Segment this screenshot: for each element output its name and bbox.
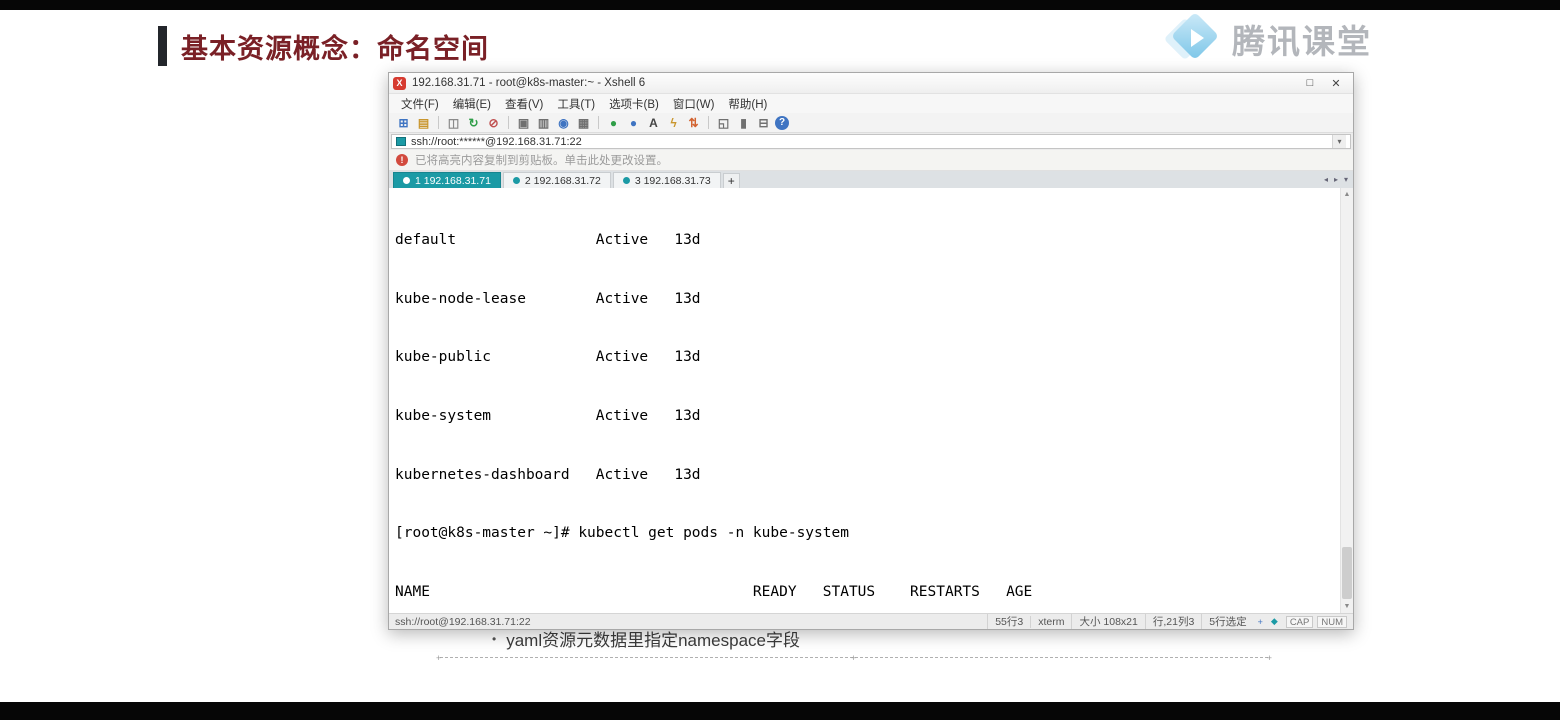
session-address: ssh://root:******@192.168.31.71:22 (411, 135, 582, 148)
new-tab-button[interactable]: + (722, 173, 740, 188)
session-tab-label: 1 192.168.31.71 (415, 174, 491, 187)
toolbar-separator (438, 116, 439, 129)
session-tab-2[interactable]: 2 192.168.31.72 (502, 172, 611, 188)
font-icon[interactable]: A (645, 115, 662, 131)
menu-file[interactable]: 文件(F) (395, 95, 445, 113)
terminal-line: kube-public Active 13d (395, 349, 701, 366)
scroll-down-icon[interactable]: ▼ (1341, 600, 1353, 613)
terminal-output: default Active 13d kube-node-lease Activ… (395, 192, 1338, 613)
status-item: 55行3 (987, 614, 1030, 629)
address-combobox[interactable]: ssh://root:******@192.168.31.71:22 ▾ (391, 134, 1351, 149)
status-connection: ssh://root@192.168.31.71:22 (395, 615, 531, 628)
copy-icon[interactable]: ▣ (515, 115, 532, 131)
terminal[interactable]: default Active 13d kube-node-lease Activ… (389, 188, 1353, 613)
address-dropdown-icon[interactable]: ▾ (1332, 135, 1346, 148)
status-terminal-type: xterm (1030, 615, 1071, 628)
brand-logo: 腾讯课堂 (1163, 11, 1372, 66)
status-terminal-size: 大小 108x21 (1071, 614, 1144, 629)
notice-alert-icon: ! (396, 154, 408, 166)
toolbar-icons: ⊞ ▤ ◫ ↻ ⊘ ▣ ▥ ◉ ▦ ● ● Aϟ ⇅ ◱ ▮ ⊟? (389, 113, 1353, 133)
transfer-icon[interactable]: ⇅ (685, 115, 702, 131)
open-session-icon[interactable]: ▤ (415, 115, 432, 131)
notice-text: 已将高亮内容复制到剪贴板。单击此处更改设置。 (415, 155, 668, 167)
connected-dot-icon[interactable]: ● (605, 115, 622, 131)
macro-icon[interactable]: ϟ (665, 115, 682, 131)
tile-windows-icon[interactable]: ⊟ (755, 115, 772, 131)
num-lock-indicator: NUM (1317, 615, 1347, 628)
status-cursor-position: 行,21列3 (1144, 614, 1201, 629)
title-accent-bar (158, 26, 167, 66)
tab-scroll-left-icon[interactable]: ◂ (1324, 175, 1328, 184)
tab-menu-icon[interactable]: ▾ (1344, 175, 1348, 184)
status-bar: ssh://root@192.168.31.71:22 55行3 xterm 大… (389, 613, 1353, 629)
toolbar-separator (708, 116, 709, 129)
new-session-icon[interactable]: ⊞ (395, 115, 412, 131)
maximize-button[interactable]: □ (1297, 75, 1323, 92)
terminal-line: kube-node-lease Active 13d (395, 290, 701, 307)
terminal-line: kubernetes-dashboard Active 13d (395, 466, 701, 483)
status-plus-icon[interactable]: + (1254, 617, 1267, 627)
placeholder-handle: + (851, 653, 857, 663)
menu-bar: 文件(F) 编辑(E) 查看(V) 工具(T) 选项卡(B) 窗口(W) 帮助(… (389, 94, 1353, 113)
status-diamond-icon[interactable]: ◆ (1267, 616, 1282, 627)
help-icon[interactable]: ? (775, 115, 789, 130)
session-tab-1[interactable]: 1 192.168.31.71 (393, 172, 501, 188)
menu-help[interactable]: 帮助(H) (722, 95, 773, 113)
window-title: 192.168.31.71 - root@k8s-master:~ - Xshe… (412, 77, 646, 89)
slide-title: 基本资源概念：命名空间 (181, 33, 489, 64)
status-selection: 5行选定 (1201, 614, 1253, 629)
tencent-classroom-icon (1163, 11, 1222, 66)
xshell-window: X 192.168.31.71 - root@k8s-master:~ - Xs… (388, 72, 1354, 630)
find-icon[interactable]: ◉ (555, 115, 572, 131)
bullet-marker: • (492, 631, 497, 646)
reconnect-icon[interactable]: ↻ (465, 115, 482, 131)
session-tab-label: 3 192.168.31.73 (634, 174, 711, 187)
notice-bar: ! 已将高亮内容复制到剪贴板。单击此处更改设置。 (389, 150, 1353, 171)
disconnect-icon[interactable]: ⊘ (485, 115, 502, 131)
slide-title-block: 基本资源概念：命名空间 (158, 26, 489, 66)
brand-text: 腾讯课堂 (1232, 23, 1372, 60)
session-tab-label: 2 192.168.31.72 (524, 174, 601, 187)
scroll-up-icon[interactable]: ▲ (1341, 188, 1353, 201)
menu-tab[interactable]: 选项卡(B) (603, 95, 665, 113)
terminal-line: [root@k8s-master ~]# kubectl get pods -n… (395, 525, 849, 542)
lock-icon[interactable]: ▮ (735, 115, 752, 131)
terminal-line: NAME READY STATUS RESTARTS AGE (395, 583, 1033, 600)
toolbar-separator (508, 116, 509, 129)
menu-window[interactable]: 窗口(W) (667, 95, 721, 113)
tab-scroll-right-icon[interactable]: ▸ (1334, 175, 1338, 184)
menu-view[interactable]: 查看(V) (499, 95, 549, 113)
letterbox-top (0, 0, 1560, 10)
caps-lock-indicator: CAP (1285, 615, 1314, 628)
placeholder-handle: + (436, 653, 442, 663)
window-titlebar[interactable]: X 192.168.31.71 - root@k8s-master:~ - Xs… (389, 73, 1353, 94)
terminal-line: kube-system Active 13d (395, 408, 701, 425)
session-status-icon (512, 177, 520, 184)
terminal-scrollbar[interactable]: ▲ ▼ (1340, 188, 1353, 613)
duplicate-tab-icon[interactable]: ◫ (445, 115, 462, 131)
session-status-icon (622, 177, 630, 184)
address-row: ssh://root:******@192.168.31.71:22 ▾ (389, 133, 1353, 150)
fullscreen-icon[interactable]: ◱ (715, 115, 732, 131)
session-tab-bar: 1 192.168.31.71 2 192.168.31.72 3 192.16… (389, 171, 1353, 188)
play-icon (1191, 29, 1204, 47)
session-tab-3[interactable]: 3 192.168.31.73 (612, 172, 721, 188)
toolbar-separator (598, 116, 599, 129)
session-dot-icon[interactable]: ● (625, 115, 642, 131)
terminal-line: default Active 13d (395, 232, 701, 249)
close-button[interactable]: ✕ (1323, 75, 1349, 92)
scrollbar-thumb[interactable] (1342, 547, 1352, 599)
session-status-icon (403, 177, 410, 184)
menu-edit[interactable]: 编辑(E) (447, 95, 497, 113)
letterbox-bottom (0, 702, 1560, 720)
terminal-icon (396, 137, 406, 146)
placeholder-handle: + (1266, 653, 1272, 663)
print-icon[interactable]: ▦ (575, 115, 592, 131)
xshell-app-icon: X (393, 76, 406, 90)
video-frame: 基本资源概念：命名空间 腾讯课堂 • yaml资源元数据里指定namespace… (0, 0, 1560, 720)
menu-tools[interactable]: 工具(T) (551, 95, 601, 113)
paste-icon[interactable]: ▥ (535, 115, 552, 131)
